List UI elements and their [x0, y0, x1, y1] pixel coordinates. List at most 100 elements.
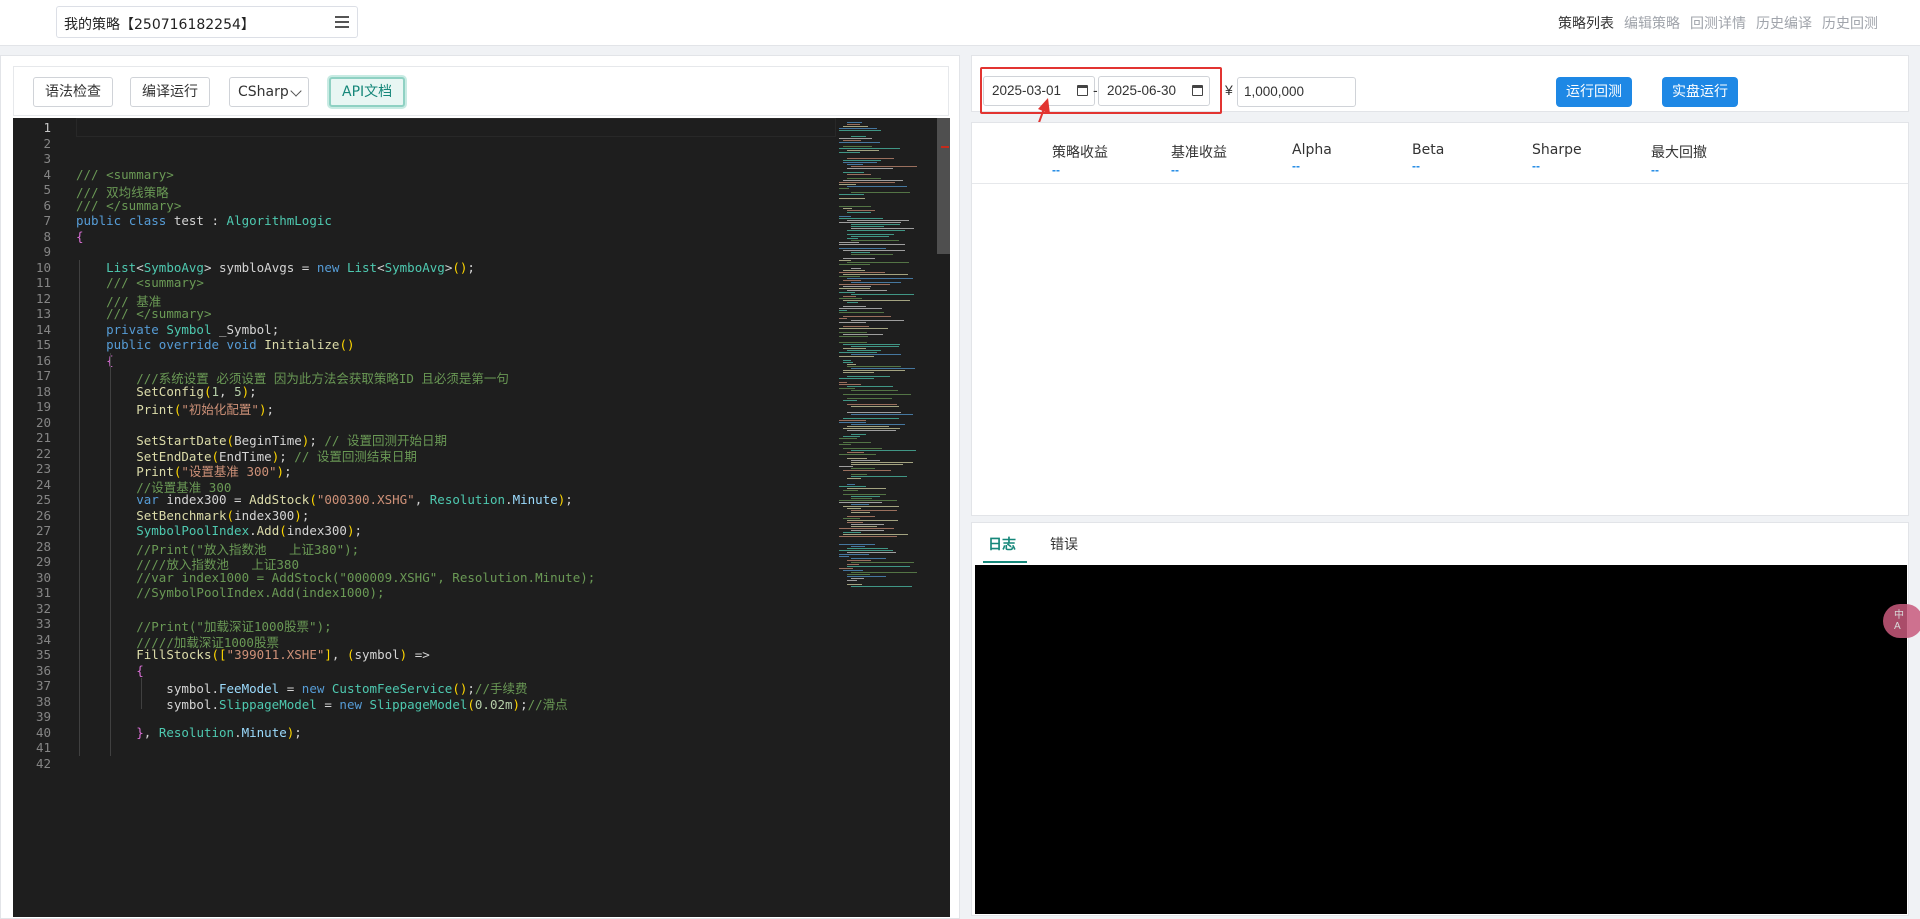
capital-input[interactable]: 1,000,000: [1237, 77, 1356, 107]
minimap-line: [839, 502, 882, 503]
line-number: 14: [35, 321, 51, 337]
code-line[interactable]: var index300 = AddStock("000300.XSHG", R…: [76, 492, 573, 507]
code-line[interactable]: /// </summary>: [76, 306, 211, 321]
minimap-line: [851, 414, 913, 415]
minimap-line: [851, 294, 915, 295]
code-line[interactable]: {: [76, 229, 84, 244]
minimap-line: [847, 430, 897, 431]
minimap-line: [851, 368, 915, 369]
editor-scrollbar[interactable]: [937, 118, 950, 254]
code-line[interactable]: private Symbol _Symbol;: [76, 322, 279, 337]
minimap-line: [851, 434, 866, 435]
code-line[interactable]: public class test : AlgorithmLogic: [76, 213, 332, 228]
nav-compile-history[interactable]: 历史编译: [1756, 13, 1812, 33]
minimap-line: [847, 516, 876, 517]
line-number: 3: [43, 151, 51, 166]
minimap-line: [847, 564, 859, 565]
minimap-line: [843, 394, 911, 395]
nav-backtest-detail[interactable]: 回测详情: [1690, 13, 1746, 33]
minimap-line: [843, 400, 857, 401]
code-line[interactable]: //SymbolPoolIndex.Add(index1000);: [76, 585, 384, 600]
minimap-line: [843, 490, 859, 491]
minimap-line: [847, 580, 857, 581]
minimap-line: [847, 238, 859, 239]
code-line[interactable]: /// </summary>: [76, 198, 181, 213]
code-line[interactable]: /// <summary>: [76, 167, 174, 182]
minimap-line: [839, 342, 867, 343]
syntax-check-button[interactable]: 语法检查: [33, 77, 113, 107]
top-bar: 我的策略【250716182254】 策略列表 编辑策略 回测详情 历史编译 历…: [0, 0, 1920, 46]
code-line[interactable]: public override void Initialize(): [76, 337, 354, 352]
minimap-line: [847, 566, 910, 567]
line-number: 22: [35, 445, 51, 461]
minimap-line: [839, 420, 866, 421]
minimap-line: [851, 354, 901, 355]
minimap-line: [839, 260, 851, 261]
code-line[interactable]: /// <summary>: [76, 275, 204, 290]
line-number: 27: [35, 523, 51, 538]
minimap-line: [843, 334, 883, 335]
nav-edit-strategy[interactable]: 编辑策略: [1624, 13, 1680, 33]
editor-panel: 语法检查 编译运行 CSharp API文档 1 2 3 4 5 6 7 8 9 10 11 12 13…: [0, 55, 960, 919]
minimap-line: [839, 486, 866, 487]
minimap-line: [839, 536, 897, 537]
minimap-line: [847, 234, 895, 235]
code-line[interactable]: SymbolPoolIndex.Add(index300);: [76, 523, 362, 538]
code-editor[interactable]: 1 2 3 4 5 6 7 8 9 10 11 12 13 14 15 16 17 18 19 20 21 22 23 24 2…: [13, 118, 950, 917]
minimap-line: [847, 552, 896, 553]
line-number: 38: [35, 693, 51, 709]
compile-run-button[interactable]: 编译运行: [130, 77, 210, 107]
minimap-line: [847, 168, 894, 169]
nav-backtest-history[interactable]: 历史回测: [1822, 13, 1878, 33]
minimap-line: [839, 454, 876, 455]
indent-guide: [110, 352, 111, 756]
minimap-line: [847, 584, 862, 585]
code-line[interactable]: symbol.SlippageModel = new SlippageModel…: [76, 694, 567, 713]
minimap-line: [843, 306, 866, 307]
code-line[interactable]: Print("初始化配置");: [76, 399, 274, 418]
code-line[interactable]: SetConfig(1, 5);: [76, 384, 256, 399]
floating-input-method-badge[interactable]: 中 A: [1883, 604, 1920, 638]
minimap-line: [843, 160, 881, 161]
minimap-line: [839, 264, 871, 265]
minimap-line: [847, 452, 864, 453]
tab-errors[interactable]: 错误: [1050, 534, 1078, 554]
minimap-line: [851, 546, 865, 547]
log-console[interactable]: [975, 565, 1907, 914]
minimap-line: [847, 350, 881, 351]
api-docs-button[interactable]: API文档: [329, 77, 406, 107]
minimap-line: [839, 438, 857, 439]
strategy-selector[interactable]: 我的策略【250716182254】: [56, 6, 358, 38]
minimap-line: [851, 450, 917, 451]
code-line[interactable]: FillStocks(["399011.XSHE"], (symbol) =>: [76, 647, 430, 662]
run-backtest-button[interactable]: 运行回测: [1556, 77, 1632, 107]
minimap[interactable]: [835, 118, 939, 917]
chevron-down-icon: [290, 85, 302, 97]
minimap-line: [839, 198, 865, 199]
minimap-line: [839, 422, 866, 423]
line-number: 30: [35, 569, 51, 585]
minimap-line: [839, 188, 850, 189]
minimap-line: [851, 510, 898, 511]
minimap-line: [851, 282, 902, 283]
minimap-line: [839, 284, 890, 285]
code-line[interactable]: List<SymboAvg> symbloAvgs = new List<Sym…: [76, 260, 475, 275]
minimap-line: [847, 520, 898, 521]
code-area[interactable]: /// <summary>/// 双均线策略/// </summary> publ…: [76, 118, 836, 917]
minimap-line: [843, 172, 864, 173]
menu-icon[interactable]: [335, 16, 349, 28]
nav-strategy-list[interactable]: 策略列表: [1558, 13, 1614, 33]
code-line[interactable]: SetBenchmark(index300);: [76, 508, 309, 523]
minimap-line: [839, 528, 894, 529]
code-line[interactable]: {: [76, 353, 114, 368]
live-run-button[interactable]: 实盘运行: [1662, 77, 1738, 107]
minimap-line: [843, 344, 901, 345]
minimap-line: [839, 310, 847, 311]
line-number: 42: [35, 755, 51, 771]
tab-log[interactable]: 日志: [988, 534, 1016, 554]
language-select[interactable]: CSharp: [229, 77, 309, 107]
minimap-line: [843, 418, 899, 419]
minimap-line: [839, 272, 885, 273]
code-line[interactable]: //var index1000 = AddStock("000009.XSHG"…: [76, 570, 595, 585]
minimap-line: [839, 556, 849, 557]
